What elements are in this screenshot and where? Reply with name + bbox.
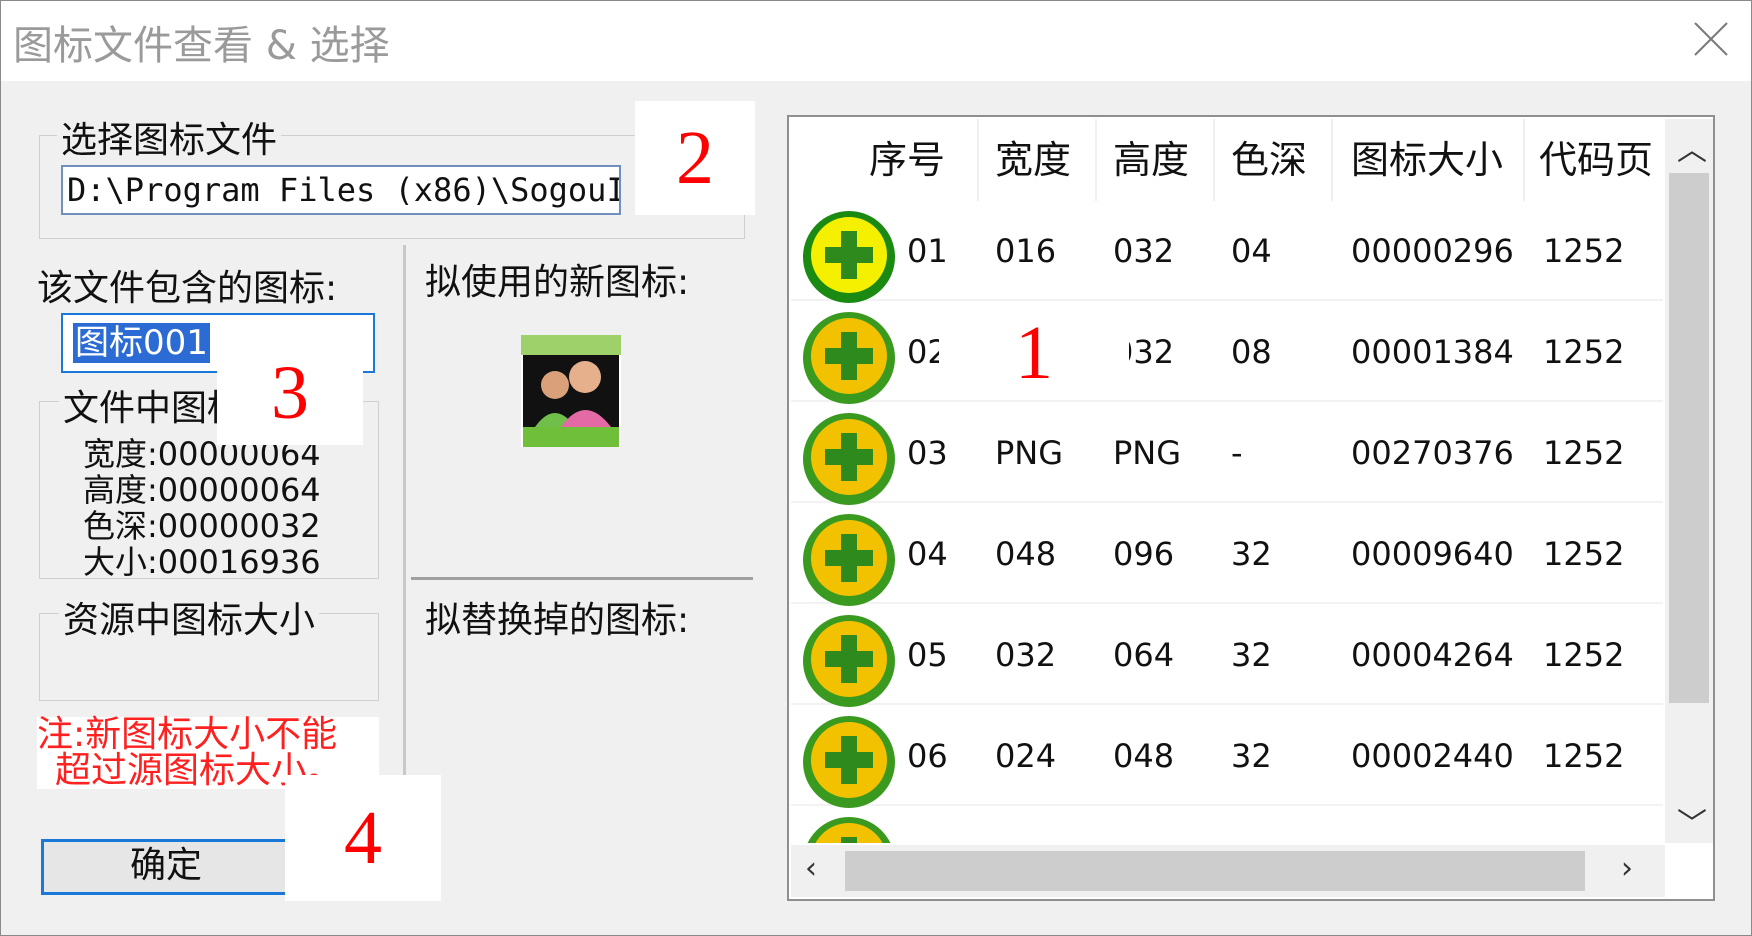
icon-size-info: 大小:00016936 [83,543,321,581]
cell-depth: - [1231,434,1243,472]
cell-width: 016 [995,807,1056,843]
cell-width: 016 [995,232,1057,270]
icon-viewer-dialog: 图标文件查看 & 选择 选择图标文件 D:\Program Files (x86… [0,0,1752,936]
scroll-up-icon[interactable]: ︿ [1677,125,1707,169]
cell-index: 06 [907,737,948,775]
table-row[interactable]: 02 032 08 00001384 1252 [791,302,1663,404]
cell-depth: 32 [1231,737,1272,775]
icon-table: 序号 宽度 高度 色深 图标大小 代码页 01 016 032 04 00000296 1… [787,115,1715,901]
cell-width: PNG [995,434,1064,472]
badge-4: 4 [285,775,441,901]
header-width[interactable]: 宽度 [979,119,1097,201]
cell-size: 00270376 [1351,434,1514,472]
cell-index: 04 [907,535,948,573]
note-line-1: 注:新图标大小不能 [37,714,338,755]
app-plus-icon [803,615,895,707]
table-row[interactable]: 01 016 032 04 00000296 1252 [791,201,1663,303]
app-plus-icon [803,716,895,808]
cell-codepage: 1252 [1543,737,1625,775]
cell-depth: 32 [1231,807,1272,843]
table-row[interactable]: 05 032 064 32 00004264 1252 [791,605,1663,707]
cell-height: 032 [1113,232,1175,270]
ok-button[interactable]: 确定 [41,839,291,895]
cell-codepage: 1252 [1543,636,1625,674]
file-group-legend: 选择图标文件 [57,111,282,163]
scroll-down-icon[interactable]: ﹀ [1677,799,1707,843]
cell-depth: 04 [1231,232,1272,270]
title-bar: 图标文件查看 & 选择 [1,1,1751,81]
new-icon-preview [521,335,621,447]
middle-divider [411,577,753,580]
table-row[interactable]: 04 048 096 32 00009640 1252 [791,504,1663,606]
cell-size: 00009640 [1351,535,1514,573]
badge-2: 2 [635,101,755,215]
header-depth[interactable]: 色深 [1215,119,1333,201]
cell-depth: 08 [1231,333,1272,371]
cell-index: 01 [907,232,948,270]
app-plus-icon [807,817,891,843]
cell-height: 048 [1113,737,1175,775]
header-height[interactable]: 高度 [1097,119,1215,201]
cell-width: 024 [995,737,1057,775]
header-codepage[interactable]: 代码页 [1525,119,1663,201]
scroll-left-icon[interactable]: ‹ [805,851,817,886]
cell-width: 048 [995,535,1057,573]
cell-codepage: 1252 [1543,232,1625,270]
cell-index: 03 [907,434,948,472]
cell-codepage: 1252 [1543,807,1624,843]
cell-size: 00001384 [1351,333,1514,371]
badge-3: 3 [217,341,363,445]
cell-height: 096 [1113,535,1175,573]
column-divider [403,245,406,805]
cell-height: 032 [1113,807,1174,843]
table-row[interactable]: 03 PNG PNG - 00270376 1252 [791,403,1663,505]
icon-select-value: 图标001 [73,323,210,363]
table-row[interactable]: 07 016 032 32 00001128 1252 [791,807,1663,843]
table-row[interactable]: 06 024 048 32 00002440 1252 [791,706,1663,808]
cell-index: 07 [907,807,948,843]
app-plus-icon [803,413,895,505]
cell-size: 00004264 [1351,636,1514,674]
cell-height: PNG [1113,434,1182,472]
app-plus-icon [803,211,895,303]
cell-size: 00001128 [1351,807,1514,843]
vertical-scroll-thumb[interactable] [1669,173,1709,703]
new-icon-label: 拟使用的新图标: [425,262,690,303]
cell-depth: 32 [1231,535,1272,573]
replace-icon-label: 拟替换掉的图标: [425,600,690,641]
app-plus-icon [803,514,895,606]
close-icon[interactable] [1681,13,1741,67]
cell-codepage: 1252 [1543,333,1625,371]
cell-size: 00000296 [1351,232,1514,270]
window-title: 图标文件查看 & 选择 [13,23,390,69]
cell-width: 032 [995,636,1057,674]
icons-label: 该文件包含的图标: [37,268,338,309]
icon-table-view: 序号 宽度 高度 色深 图标大小 代码页 01 016 032 04 00000296 1… [791,119,1663,843]
badge-1: 1 [939,311,1129,395]
cell-depth: 32 [1231,636,1272,674]
horizontal-scroll-thumb[interactable] [845,851,1585,891]
file-path-input[interactable]: D:\Program Files (x86)\SogouInput\ [61,165,621,215]
cell-index: 05 [907,636,948,674]
cell-codepage: 1252 [1543,434,1625,472]
scroll-right-icon[interactable]: › [1621,851,1633,886]
horizontal-scrollbar[interactable]: ‹ › [791,845,1665,897]
header-size[interactable]: 图标大小 [1333,119,1525,201]
header-index[interactable]: 序号 [791,119,979,201]
resource-size-legend: 资源中图标大小 [59,591,320,643]
cell-codepage: 1252 [1543,535,1625,573]
cell-height: 064 [1113,636,1175,674]
cell-size: 00002440 [1351,737,1514,775]
app-plus-icon [803,312,895,404]
vertical-scrollbar[interactable]: ︿ ﹀ [1665,119,1713,843]
